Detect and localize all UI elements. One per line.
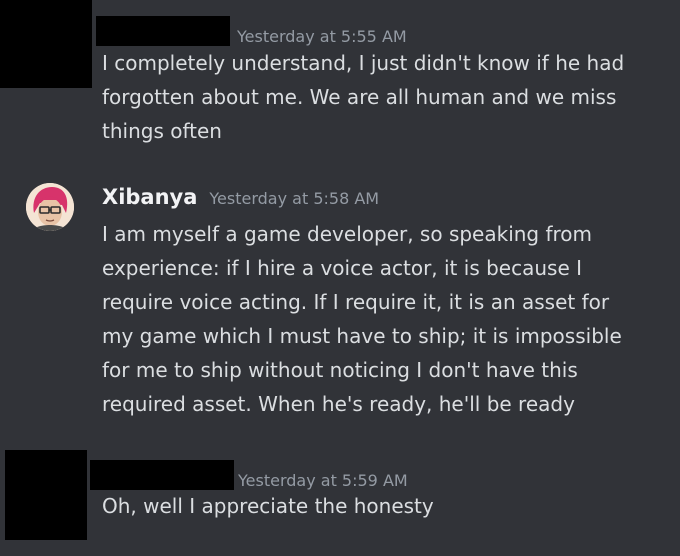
message-line: Oh, well I appreciate the honesty bbox=[102, 494, 434, 518]
message-line: for me to ship without noticing I don't … bbox=[102, 358, 578, 382]
message-header: Yesterday at 5:55 AM bbox=[96, 12, 407, 46]
message-header: Xibanya Yesterday at 5:58 AM bbox=[102, 185, 379, 209]
message-3: Yesterday at 5:59 AM Oh, well I apprecia… bbox=[0, 448, 680, 556]
message-content: I am myself a game developer, so speakin… bbox=[102, 217, 622, 421]
message-timestamp[interactable]: Yesterday at 5:58 AM bbox=[209, 189, 379, 208]
message-line: require voice acting. If I require it, i… bbox=[102, 290, 610, 314]
message-line: required asset. When he's ready, he'll b… bbox=[102, 392, 575, 416]
message-content: Oh, well I appreciate the honesty bbox=[102, 489, 434, 523]
redacted-username[interactable] bbox=[96, 16, 230, 46]
message-1: Yesterday at 5:55 AM I completely unders… bbox=[0, 0, 680, 170]
message-line: I am myself a game developer, so speakin… bbox=[102, 222, 593, 246]
message-line: I completely understand, I just didn't k… bbox=[102, 51, 625, 75]
xibanya-avatar-icon[interactable] bbox=[26, 183, 74, 231]
message-timestamp[interactable]: Yesterday at 5:55 AM bbox=[237, 27, 407, 46]
message-line: experience: if I hire a voice actor, it … bbox=[102, 256, 582, 280]
redacted-username[interactable] bbox=[90, 460, 234, 490]
message-2: Xibanya Yesterday at 5:58 AM I am myself… bbox=[0, 175, 680, 425]
message-timestamp[interactable]: Yesterday at 5:59 AM bbox=[238, 471, 408, 490]
avatar-svg bbox=[26, 183, 74, 231]
redacted-avatar[interactable] bbox=[5, 450, 87, 540]
message-line: forgotten about me. We are all human and… bbox=[102, 85, 617, 109]
redacted-avatar[interactable] bbox=[0, 0, 92, 88]
message-header: Yesterday at 5:59 AM bbox=[90, 456, 408, 490]
username[interactable]: Xibanya bbox=[102, 185, 197, 209]
message-line: things often bbox=[102, 119, 222, 143]
message-content: I completely understand, I just didn't k… bbox=[102, 46, 624, 148]
message-line: my game which I must have to ship; it is… bbox=[102, 324, 622, 348]
